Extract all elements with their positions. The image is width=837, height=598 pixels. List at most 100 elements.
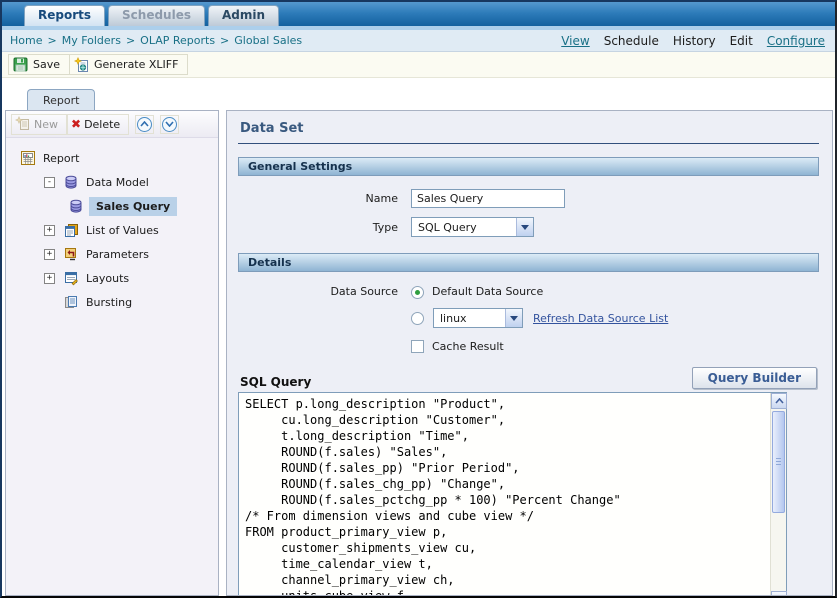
collapse-icon[interactable]: - — [44, 177, 55, 188]
report-tree: Report - Data Model — [6, 138, 218, 314]
tab-admin[interactable]: Admin — [208, 5, 279, 26]
list-of-values-icon — [63, 222, 79, 238]
tab-schedules[interactable]: Schedules — [108, 5, 205, 26]
query-builder-button[interactable]: Query Builder — [692, 367, 817, 389]
chevron-down-icon — [162, 117, 177, 132]
expand-icon[interactable]: + — [44, 249, 55, 260]
report-icon — [20, 150, 36, 166]
save-floppy-icon — [13, 57, 29, 73]
dropdown-arrow-icon — [505, 309, 522, 327]
name-input[interactable] — [411, 189, 565, 208]
tab-reports-label: Reports — [38, 8, 91, 22]
main-toolbar: Save Generate XLIFF — [2, 52, 835, 78]
data-source-select-value: linux — [434, 312, 505, 325]
breadcrumb-home[interactable]: Home — [10, 34, 42, 47]
named-data-source-radio[interactable] — [411, 312, 424, 325]
tree-item-data-model[interactable]: - Data Model — [6, 170, 218, 194]
tree-item-bursting-label: Bursting — [86, 296, 132, 309]
tree-item-report-label: Report — [43, 152, 79, 165]
dropdown-arrow-icon — [516, 218, 533, 236]
tab-report[interactable]: Report — [27, 89, 95, 110]
generate-xliff-label: Generate XLIFF — [94, 58, 178, 71]
tree-item-report[interactable]: Report — [6, 146, 218, 170]
details-header: Details — [238, 253, 819, 272]
tree-item-parameters[interactable]: + Parameters — [6, 242, 218, 266]
sql-scrollbar[interactable] — [770, 393, 786, 596]
sql-query-text[interactable]: SELECT p.long_description "Product", cu.… — [239, 393, 770, 596]
breadcrumb-bar: Home > My Folders > OLAP Reports > Globa… — [2, 30, 835, 52]
history-link[interactable]: History — [673, 34, 716, 48]
tree-item-parameters-label: Parameters — [86, 248, 149, 261]
tab-admin-label: Admin — [222, 8, 265, 22]
sql-query-label: SQL Query — [240, 375, 311, 389]
tab-schedules-label: Schedules — [122, 8, 191, 22]
top-navigation-bar: Reports Schedules Admin — [2, 2, 835, 26]
report-actions: View Schedule History Edit Configure — [561, 34, 825, 48]
scroll-up-button[interactable] — [771, 393, 787, 409]
data-set-panel: Data Set General Settings Name Type SQL … — [226, 110, 833, 596]
chevron-up-icon — [137, 117, 152, 132]
default-data-source-label: Default Data Source — [432, 285, 543, 298]
page-title: Data Set — [240, 121, 819, 136]
generate-xliff-icon — [74, 57, 90, 73]
scrollbar-thumb[interactable] — [772, 411, 785, 513]
new-button-label: New — [34, 118, 58, 131]
breadcrumb-separator: > — [47, 34, 56, 47]
scroll-down-button[interactable] — [771, 591, 787, 596]
tree-item-sales-query-label: Sales Query — [89, 197, 177, 216]
data-source-select[interactable]: linux — [433, 308, 523, 328]
tree-item-list-of-values-label: List of Values — [86, 224, 159, 237]
breadcrumb-separator: > — [220, 34, 229, 47]
refresh-data-source-link[interactable]: Refresh Data Source List — [533, 312, 668, 325]
type-label: Type — [238, 221, 398, 234]
page-tab-row: Report — [2, 89, 835, 110]
new-item-icon — [15, 116, 31, 132]
configure-link[interactable]: Configure — [767, 34, 825, 48]
app-window: Reports Schedules Admin Home > My Folder… — [0, 0, 837, 598]
general-settings-header: General Settings — [238, 157, 819, 176]
tree-toolbar: New ✖ Delete — [6, 111, 218, 138]
general-settings-header-label: General Settings — [248, 160, 352, 173]
tree-item-sales-query[interactable]: Sales Query — [6, 194, 218, 218]
tab-reports[interactable]: Reports — [24, 5, 105, 26]
tree-item-list-of-values[interactable]: + List of Values — [6, 218, 218, 242]
cache-result-label: Cache Result — [432, 340, 504, 353]
tree-item-bursting[interactable]: Bursting — [6, 290, 218, 314]
breadcrumb-global-sales[interactable]: Global Sales — [234, 34, 302, 47]
breadcrumb-separator: > — [126, 34, 135, 47]
expand-icon[interactable]: + — [44, 273, 55, 284]
breadcrumb-olap-reports[interactable]: OLAP Reports — [140, 34, 215, 47]
move-up-button[interactable] — [135, 115, 154, 134]
parameters-icon — [63, 246, 79, 262]
new-button[interactable]: New — [11, 114, 67, 135]
cache-result-checkbox[interactable] — [411, 340, 424, 353]
generate-xliff-button[interactable]: Generate XLIFF — [70, 54, 188, 75]
delete-button[interactable]: ✖ Delete — [67, 114, 129, 135]
report-tree-panel: New ✖ Delete — [5, 110, 219, 596]
content-area: New ✖ Delete — [2, 110, 835, 596]
edit-link[interactable]: Edit — [730, 34, 753, 48]
default-data-source-radio[interactable] — [411, 286, 424, 299]
save-button-label: Save — [33, 58, 60, 71]
move-down-button[interactable] — [160, 115, 179, 134]
delete-button-label: Delete — [84, 118, 120, 131]
tree-item-layouts-label: Layouts — [86, 272, 129, 285]
database-icon — [63, 174, 79, 190]
database-icon — [68, 198, 84, 214]
layouts-icon — [63, 270, 79, 286]
tree-item-data-model-label: Data Model — [86, 176, 149, 189]
spacer — [2, 78, 835, 89]
save-button[interactable]: Save — [8, 54, 70, 75]
breadcrumb: Home > My Folders > OLAP Reports > Globa… — [10, 34, 302, 47]
expand-icon[interactable]: + — [44, 225, 55, 236]
sql-query-editor[interactable]: SELECT p.long_description "Product", cu.… — [238, 392, 787, 596]
delete-x-icon: ✖ — [71, 118, 81, 130]
breadcrumb-my-folders[interactable]: My Folders — [62, 34, 121, 47]
view-link[interactable]: View — [561, 34, 589, 48]
tree-item-layouts[interactable]: + Layouts — [6, 266, 218, 290]
name-label: Name — [238, 192, 398, 205]
schedule-link[interactable]: Schedule — [604, 34, 659, 48]
bursting-icon — [63, 294, 79, 310]
type-select[interactable]: SQL Query — [411, 217, 534, 237]
details-header-label: Details — [248, 256, 291, 269]
